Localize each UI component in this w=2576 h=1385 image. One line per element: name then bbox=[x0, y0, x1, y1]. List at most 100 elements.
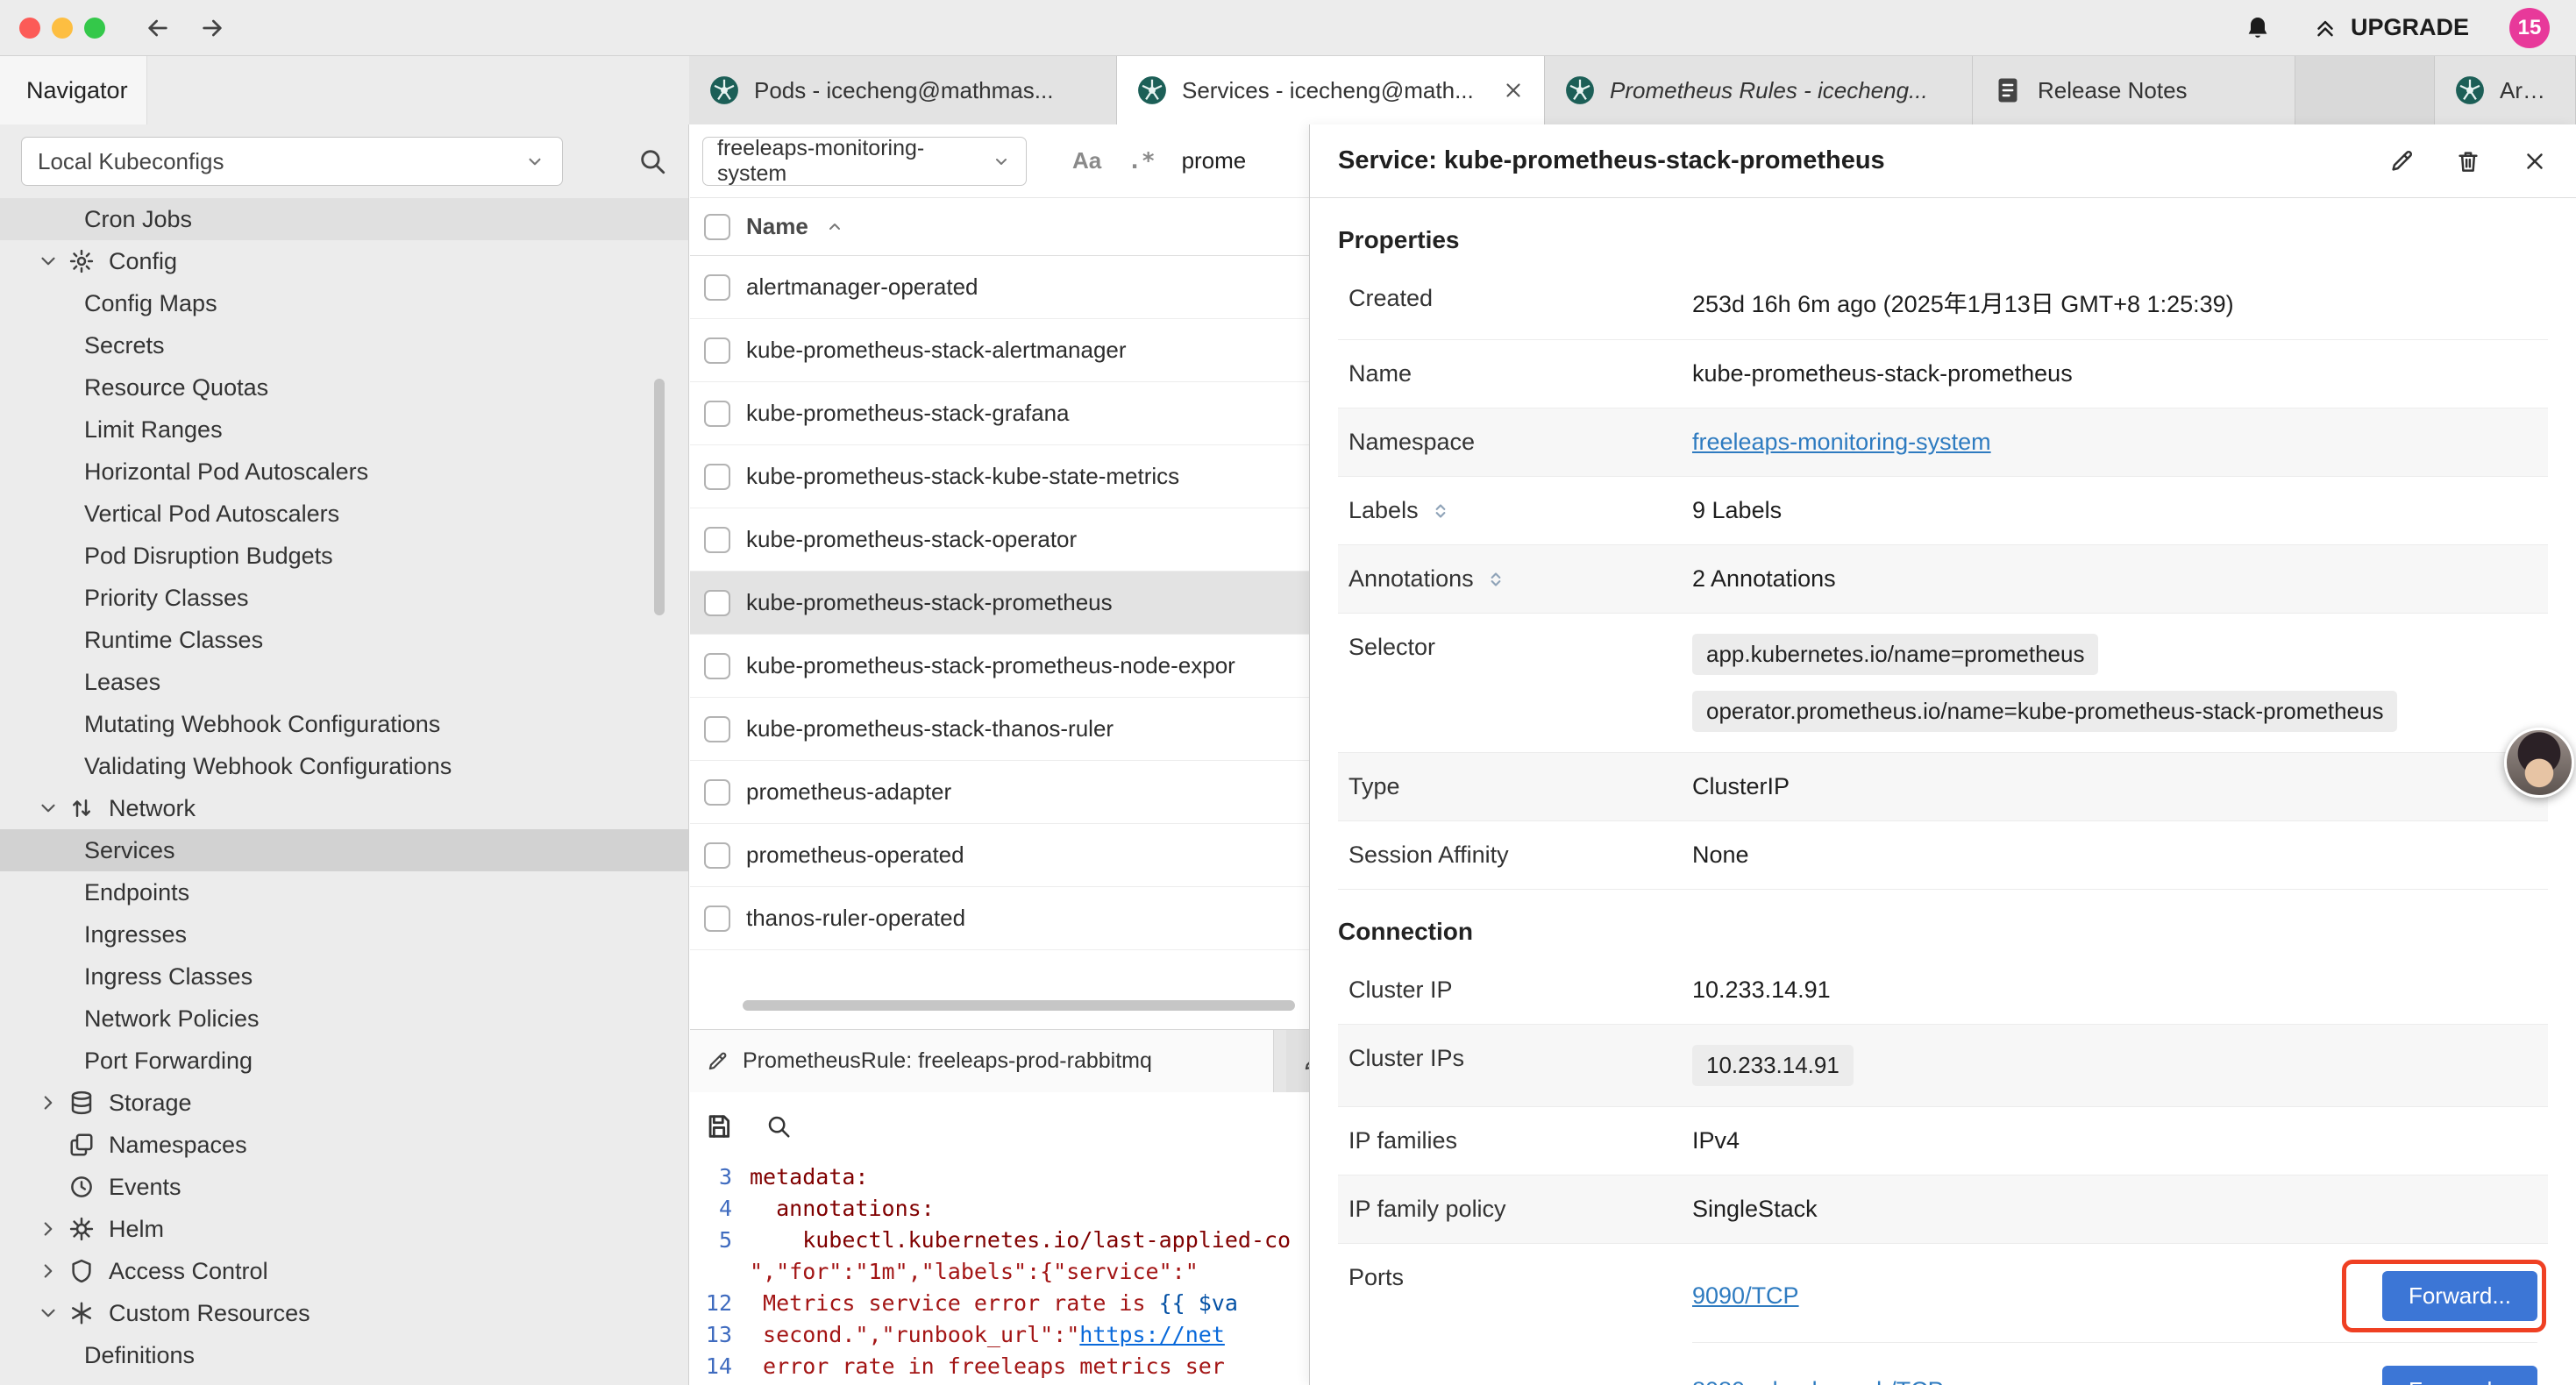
sidebar-item-storage[interactable]: Storage bbox=[0, 1082, 688, 1124]
chevright-icon[interactable] bbox=[37, 1260, 60, 1282]
sidebar-item-endpoints[interactable]: Endpoints bbox=[0, 871, 688, 913]
sidebar-item-pod-disruption-budgets[interactable]: Pod Disruption Budgets bbox=[0, 535, 688, 577]
upgrade-label: UPGRADE bbox=[2351, 14, 2469, 41]
doc-icon bbox=[1992, 75, 2024, 106]
minimize-window-button[interactable] bbox=[52, 18, 73, 39]
row-checkbox[interactable] bbox=[704, 274, 730, 301]
chevdown-icon[interactable] bbox=[37, 250, 60, 273]
sidebar-item-label: Runtime Classes bbox=[84, 627, 263, 654]
chevright-icon[interactable] bbox=[37, 1218, 60, 1240]
kubeconfig-select[interactable]: Local Kubeconfigs bbox=[21, 137, 563, 186]
port-link[interactable]: 8080:reloader-web/TCP bbox=[1692, 1377, 1944, 1385]
row-checkbox[interactable] bbox=[704, 716, 730, 742]
sidebar-item-services[interactable]: Services bbox=[0, 829, 688, 871]
row-checkbox[interactable] bbox=[704, 337, 730, 364]
row-label: Cluster IP bbox=[1348, 977, 1692, 1004]
sidebar-item-custom-resources[interactable]: Custom Resources bbox=[0, 1292, 688, 1334]
row-checkbox[interactable] bbox=[704, 842, 730, 869]
forward-icon[interactable] bbox=[198, 14, 226, 42]
close-window-button[interactable] bbox=[19, 18, 40, 39]
sidebar-item-port-forwarding[interactable]: Port Forwarding bbox=[0, 1040, 688, 1082]
bell-icon[interactable] bbox=[2244, 14, 2272, 42]
line-number: 13 bbox=[690, 1322, 750, 1347]
tab-release-notes[interactable]: Release Notes bbox=[1973, 56, 2295, 124]
sidebar-item-ingress-classes[interactable]: Ingress Classes bbox=[0, 955, 688, 998]
row-label: IP families bbox=[1348, 1127, 1692, 1154]
tab-prometheus-rules-icecheng[interactable]: Prometheus Rules - icecheng... bbox=[1545, 56, 1973, 124]
row-checkbox[interactable] bbox=[704, 527, 730, 553]
sidebar-item-helm[interactable]: Helm bbox=[0, 1208, 688, 1250]
search-query[interactable]: prome bbox=[1182, 147, 1247, 174]
sidebar-item-limit-ranges[interactable]: Limit Ranges bbox=[0, 408, 688, 451]
tab-argo-s[interactable]: Argo S bbox=[2434, 56, 2576, 124]
chevright-icon[interactable] bbox=[37, 1091, 60, 1114]
row-label: Ports bbox=[1348, 1264, 1692, 1291]
row-checkbox[interactable] bbox=[704, 590, 730, 616]
sidebar-item-mutating-webhook-configurations[interactable]: Mutating Webhook Configurations bbox=[0, 703, 688, 745]
save-icon[interactable] bbox=[704, 1112, 734, 1141]
sidebar-item-resource-quotas[interactable]: Resource Quotas bbox=[0, 366, 688, 408]
row-checkbox[interactable] bbox=[704, 906, 730, 932]
close-tab-icon[interactable] bbox=[1502, 79, 1525, 102]
edit-icon[interactable] bbox=[2388, 148, 2415, 174]
sidebar-item-definitions[interactable]: Definitions bbox=[0, 1334, 688, 1376]
sidebar-item-ingresses[interactable]: Ingresses bbox=[0, 913, 688, 955]
chevdown-icon[interactable] bbox=[37, 1302, 60, 1325]
sidebar-item-label: Vertical Pod Autoscalers bbox=[84, 501, 339, 528]
expand-icon[interactable] bbox=[1429, 500, 1452, 522]
notification-badge[interactable]: 15 bbox=[2509, 8, 2550, 48]
sidebar-scrollbar[interactable] bbox=[654, 379, 665, 615]
code-text: ","for":"1m","labels":{"service":" bbox=[750, 1259, 1199, 1284]
sidebar-item-cron-jobs[interactable]: Cron Jobs bbox=[0, 198, 688, 240]
namespace-select[interactable]: freeleaps-monitoring-system bbox=[702, 137, 1027, 186]
sidebar-item-runtime-classes[interactable]: Runtime Classes bbox=[0, 619, 688, 661]
sidebar-item-priority-classes[interactable]: Priority Classes bbox=[0, 577, 688, 619]
forward-button[interactable]: Forward... bbox=[2382, 1271, 2537, 1321]
tab-label: Release Notes bbox=[2038, 77, 2275, 104]
chevdown-icon[interactable] bbox=[37, 797, 60, 820]
sidebar-item-leases[interactable]: Leases bbox=[0, 661, 688, 703]
regex-toggle[interactable]: .* bbox=[1128, 148, 1155, 174]
sidebar-search-icon[interactable] bbox=[637, 146, 667, 176]
port-link[interactable]: 9090/TCP bbox=[1692, 1282, 1799, 1310]
editor-search-icon[interactable] bbox=[765, 1113, 792, 1140]
row-checkbox[interactable] bbox=[704, 464, 730, 490]
sidebar-item-namespaces[interactable]: Namespaces bbox=[0, 1124, 688, 1166]
expand-icon[interactable] bbox=[1484, 568, 1507, 591]
sidebar-item-network-policies[interactable]: Network Policies bbox=[0, 998, 688, 1040]
sidebar-item-network[interactable]: Network bbox=[0, 787, 688, 829]
tab-pods-icecheng-mathmas[interactable]: Pods - icecheng@mathmas... bbox=[689, 56, 1117, 124]
row-checkbox[interactable] bbox=[704, 653, 730, 679]
zoom-window-button[interactable] bbox=[84, 18, 105, 39]
scrollbar-thumb[interactable] bbox=[743, 1000, 1295, 1011]
upgrade-button[interactable]: UPGRADE bbox=[2312, 14, 2469, 41]
tab-services-icecheng-math[interactable]: Services - icecheng@math... bbox=[1117, 56, 1545, 124]
column-name-header[interactable]: Name bbox=[746, 213, 808, 240]
delete-icon[interactable] bbox=[2455, 148, 2481, 174]
dock-tab-active[interactable]: PrometheusRule: freeleaps-prod-rabbitmq bbox=[690, 1030, 1274, 1092]
sidebar-item-events[interactable]: Events bbox=[0, 1166, 688, 1208]
select-all-checkbox[interactable] bbox=[704, 214, 730, 240]
navigator-tab[interactable]: Navigator bbox=[0, 56, 147, 124]
row-link[interactable]: freeleaps-monitoring-system bbox=[1692, 429, 1991, 455]
sidebar-item-vertical-pod-autoscalers[interactable]: Vertical Pod Autoscalers bbox=[0, 493, 688, 535]
value-badge: 10.233.14.91 bbox=[1692, 1045, 1854, 1086]
sidebar-item-horizontal-pod-autoscalers[interactable]: Horizontal Pod Autoscalers bbox=[0, 451, 688, 493]
sidebar-item-config-maps[interactable]: Config Maps bbox=[0, 282, 688, 324]
close-drawer-icon[interactable] bbox=[2522, 148, 2548, 174]
sidebar-item-validating-webhook-configurations[interactable]: Validating Webhook Configurations bbox=[0, 745, 688, 787]
sidebar-item-config[interactable]: Config bbox=[0, 240, 688, 282]
back-icon[interactable] bbox=[144, 14, 172, 42]
row-checkbox[interactable] bbox=[704, 779, 730, 806]
sidebar-item-label: Leases bbox=[84, 669, 160, 696]
gear-icon bbox=[68, 248, 95, 274]
sidebar-item-secrets[interactable]: Secrets bbox=[0, 324, 688, 366]
sort-asc-icon[interactable] bbox=[824, 217, 845, 238]
match-case-toggle[interactable]: Aa bbox=[1072, 147, 1101, 174]
row-checkbox[interactable] bbox=[704, 401, 730, 427]
sidebar-item-access-control[interactable]: Access Control bbox=[0, 1250, 688, 1292]
row-value: 10.233.14.91 bbox=[1692, 977, 1831, 1003]
row-name: prometheus-operated bbox=[746, 842, 964, 869]
row-value: ClusterIP bbox=[1692, 773, 1790, 799]
forward-button[interactable]: Forward... bbox=[2382, 1366, 2537, 1385]
